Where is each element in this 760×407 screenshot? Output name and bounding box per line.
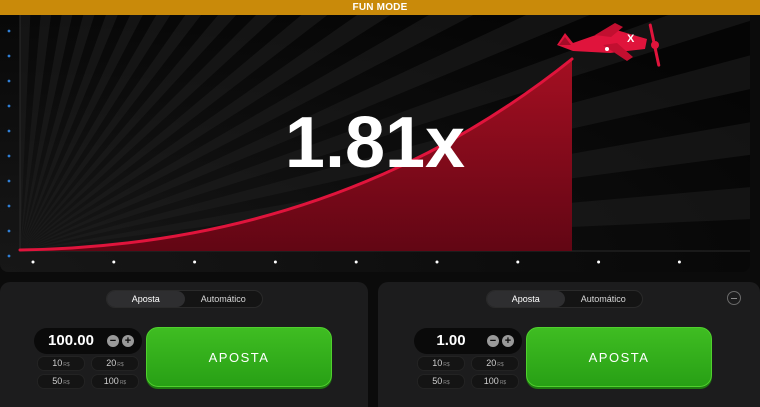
svg-text:X: X	[627, 33, 635, 45]
tab-auto[interactable]: Automático	[185, 291, 263, 307]
currency-label: R$	[443, 380, 450, 386]
quick-amounts: 10R$ 20R$ 50R$ 100R$	[37, 356, 139, 389]
quick-amount-value: 20	[106, 358, 117, 368]
quick-amount-value: 20	[486, 358, 497, 368]
quick-amount-100[interactable]: 100R$	[91, 374, 139, 389]
quick-amount-20[interactable]: 20R$	[91, 356, 139, 371]
minus-circle-icon[interactable]	[727, 291, 741, 305]
quick-amount-value: 50	[432, 376, 443, 386]
quick-amount-10[interactable]: 10R$	[417, 356, 465, 371]
place-bet-button[interactable]: APOSTA	[526, 327, 712, 387]
increase-stake-button[interactable]: +	[502, 335, 514, 347]
y-axis-dot	[7, 129, 11, 133]
fun-mode-banner: FUN MODE	[0, 0, 760, 15]
x-axis-dot	[597, 260, 601, 264]
y-axis-dot	[7, 229, 11, 233]
quick-amount-value: 10	[432, 358, 443, 368]
decrease-stake-button[interactable]: −	[107, 335, 119, 347]
currency-label: R$	[117, 362, 124, 368]
y-axis-dot	[7, 104, 11, 108]
x-axis-dot	[435, 260, 439, 264]
y-axis-dot	[7, 79, 11, 83]
x-axis-dot	[273, 260, 277, 264]
x-axis-dot	[516, 260, 520, 264]
currency-label: R$	[63, 362, 70, 368]
quick-amount-value: 100	[103, 376, 119, 386]
bet-panel-2: Aposta Automático 1.00 − + 10R$ 20R$ 50R…	[378, 282, 760, 407]
place-bet-button[interactable]: APOSTA	[146, 327, 332, 387]
currency-label: R$	[443, 362, 450, 368]
y-axis-dot	[7, 154, 11, 158]
currency-label: R$	[499, 380, 507, 386]
decrease-stake-button[interactable]: −	[487, 335, 499, 347]
x-axis-dot	[112, 260, 116, 264]
x-axis-dot	[354, 260, 358, 264]
quick-amount-value: 100	[483, 376, 499, 386]
x-axis-dot	[31, 260, 35, 264]
y-axis-dot	[7, 204, 11, 208]
tab-bet[interactable]: Aposta	[487, 291, 565, 307]
currency-label: R$	[119, 380, 127, 386]
y-axis-dot	[7, 29, 11, 33]
bet-mode-toggle: Aposta Automático	[106, 290, 263, 308]
quick-amount-100[interactable]: 100R$	[471, 374, 519, 389]
y-axis-dot	[7, 179, 11, 183]
y-axis-dot	[7, 54, 11, 58]
stake-stepper: 100.00 − +	[34, 328, 142, 354]
quick-amount-50[interactable]: 50R$	[37, 374, 85, 389]
bet-panel-1: Aposta Automático 100.00 − + 10R$ 20R$ 5…	[0, 282, 368, 407]
quick-amount-20[interactable]: 20R$	[471, 356, 519, 371]
currency-label: R$	[63, 380, 70, 386]
bet-mode-toggle: Aposta Automático	[486, 290, 643, 308]
tab-bet[interactable]: Aposta	[107, 291, 185, 307]
x-axis-dot	[193, 260, 197, 264]
quick-amounts: 10R$ 20R$ 50R$ 100R$	[417, 356, 519, 389]
quick-amount-value: 50	[52, 376, 63, 386]
quick-amount-value: 10	[52, 358, 63, 368]
game-canvas: X 1.81x	[0, 15, 750, 272]
increase-stake-button[interactable]: +	[122, 335, 134, 347]
stake-input[interactable]: 100.00	[34, 328, 108, 354]
quick-amount-10[interactable]: 10R$	[37, 356, 85, 371]
y-axis-dot	[7, 254, 11, 258]
stake-stepper: 1.00 − +	[414, 328, 522, 354]
currency-label: R$	[497, 362, 504, 368]
multiplier-display: 1.81x	[284, 103, 466, 183]
x-axis-dot	[677, 260, 681, 264]
quick-amount-50[interactable]: 50R$	[417, 374, 465, 389]
tab-auto[interactable]: Automático	[565, 291, 643, 307]
stake-input[interactable]: 1.00	[414, 328, 488, 354]
